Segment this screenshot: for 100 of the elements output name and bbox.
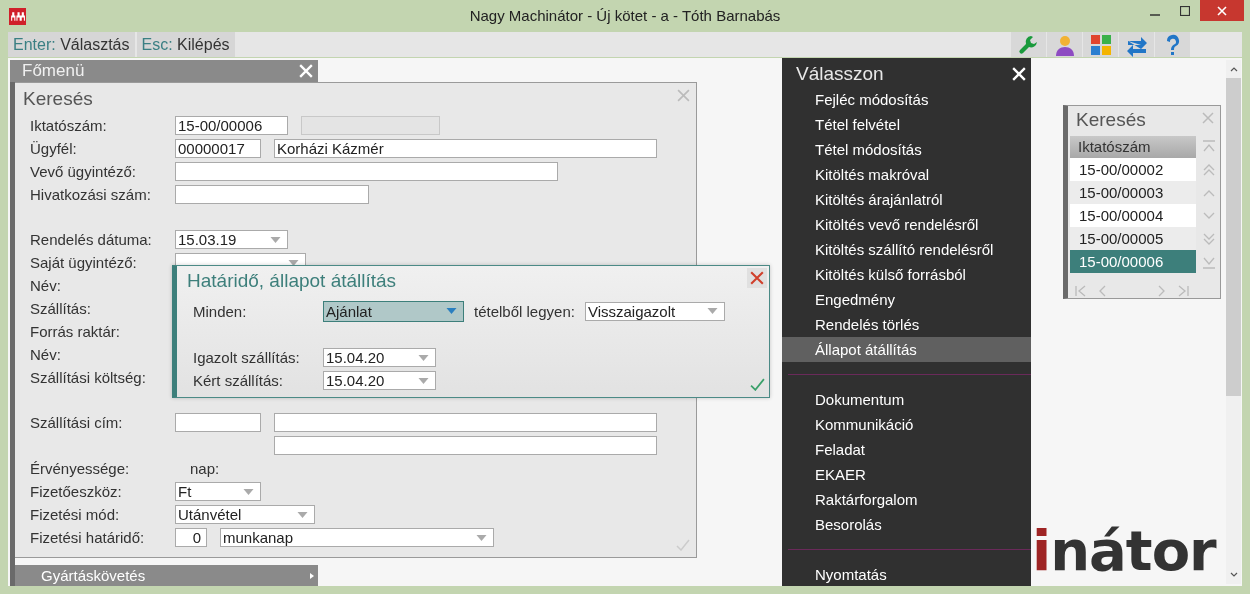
input-field[interactable]	[274, 436, 657, 455]
submenu-arrow-icon	[310, 572, 314, 579]
input-field[interactable]: 00000017	[175, 139, 261, 158]
field-label: Szállítás:	[30, 300, 92, 317]
input-field[interactable]: 15-00/00006	[175, 116, 288, 135]
scrollbar-thumb[interactable]	[1226, 78, 1241, 396]
close-button[interactable]	[747, 268, 767, 288]
check-icon[interactable]	[676, 539, 690, 551]
field-label: tételből legyen:	[474, 302, 575, 320]
dropdown[interactable]: Utánvétel	[175, 505, 315, 524]
input-field[interactable]	[274, 413, 657, 432]
user-icon[interactable]	[1047, 32, 1082, 57]
last-page-icon[interactable]	[1176, 284, 1190, 298]
page-down-icon[interactable]	[1202, 232, 1216, 246]
field-label: Név:	[30, 346, 62, 363]
menu-item[interactable]: Dokumentum	[782, 387, 1031, 412]
form-title: Keresés	[23, 88, 93, 111]
menu-item[interactable]: Kitöltés árajánlatról	[782, 187, 1031, 212]
field-label: Szállítási költség:	[30, 369, 147, 386]
list-row[interactable]: 15-00/00004	[1070, 204, 1196, 227]
menu-item[interactable]: Kitöltés makróval	[782, 162, 1031, 187]
window-title: Nagy Machinátor - Új kötet - a - Tóth Barnabás	[469, 7, 781, 24]
check-icon[interactable]	[750, 378, 765, 391]
close-icon	[1217, 5, 1227, 16]
dialog-title: Határidő, állapot átállítás	[187, 270, 397, 293]
scroll-up-icon[interactable]	[1229, 66, 1238, 72]
panel-title: Keresés	[1076, 109, 1146, 132]
field-label: Kért szállítás:	[193, 372, 285, 389]
field-label: Szállítási cím:	[30, 414, 124, 431]
tiles-icon[interactable]	[1083, 32, 1118, 57]
menu-item[interactable]: Kommunikáció	[782, 412, 1031, 437]
menu-item[interactable]: Nyomtatás	[782, 562, 1031, 586]
field-label: Saját ügyintéző:	[30, 254, 138, 271]
field-label: Iktatószám:	[30, 117, 108, 134]
caret-icon	[270, 236, 281, 243]
field-label: Név:	[30, 277, 62, 294]
date-dropdown[interactable]: 15.04.20	[323, 371, 436, 390]
field-label: Rendelés dátuma:	[30, 231, 153, 248]
input-field[interactable]: Korházi Kázmér	[274, 139, 657, 158]
menu-item[interactable]: Állapot átállítás	[782, 337, 1031, 362]
list-row[interactable]: 15-00/00006	[1070, 250, 1196, 273]
menu-item[interactable]: Tétel módosítás	[782, 137, 1031, 162]
menu-item[interactable]: Feladat	[782, 437, 1031, 462]
panel-title: Főmenü	[22, 61, 85, 81]
menu-title: Válasszon	[796, 62, 884, 85]
dropdown[interactable]: Ft	[175, 482, 261, 501]
scroll-bottom-icon[interactable]	[1202, 255, 1216, 269]
maximize-icon	[1180, 5, 1190, 16]
menu-item[interactable]: Kitöltés szállító rendelésről	[782, 237, 1031, 262]
menu-item[interactable]: Rendelés törlés	[782, 312, 1031, 337]
field-label: Fizetőeszköz:	[30, 483, 123, 500]
menu-item[interactable]: Kitöltés külső forrásból	[782, 262, 1031, 287]
menu-item[interactable]: Fejléc módosítás	[782, 87, 1031, 112]
shortcut-hint[interactable]: Enter: Választás	[8, 32, 135, 57]
list-row[interactable]: 15-00/00002	[1070, 158, 1196, 181]
input-field[interactable]: 0	[175, 528, 207, 547]
field-label: Fizetési mód:	[30, 506, 121, 523]
caret-icon	[243, 488, 254, 495]
date-dropdown[interactable]: 15.04.20	[323, 348, 436, 367]
field-label: Igazolt szállítás:	[193, 349, 301, 366]
unit-label: nap:	[190, 460, 220, 477]
field-label: Fizetési határidő:	[30, 529, 146, 546]
wrench-icon[interactable]	[1011, 32, 1046, 57]
input-field[interactable]	[175, 413, 261, 432]
help-icon[interactable]	[1155, 32, 1190, 57]
field-label: Érvényessége:	[30, 460, 131, 477]
caret-icon	[446, 308, 457, 314]
shortcut-hint[interactable]: Esc: Kilépés	[136, 32, 235, 57]
caret-icon	[476, 534, 487, 541]
dropdown[interactable]: Visszaigazolt	[584, 301, 725, 321]
logo-text: inátor	[1032, 523, 1216, 579]
menu-item[interactable]: Tétel felvétel	[782, 112, 1031, 137]
field-label: Minden:	[193, 302, 248, 320]
scroll-top-icon[interactable]	[1202, 140, 1216, 154]
list-row[interactable]: 15-00/00003	[1070, 181, 1196, 204]
menu-item[interactable]: Engedmény	[782, 287, 1031, 312]
app-logo-icon	[9, 7, 26, 25]
column-header[interactable]: Iktatószám	[1070, 136, 1196, 158]
close-icon	[750, 271, 764, 285]
field-label: Vevő ügyintéző:	[30, 163, 137, 180]
scroll-down-icon[interactable]	[1229, 572, 1238, 578]
menu-item[interactable]: Kitöltés vevő rendelésről	[782, 212, 1031, 237]
field-label: Ügyfél:	[30, 140, 78, 157]
swap-arrows-icon[interactable]	[1119, 32, 1154, 57]
dropdown[interactable]: Ajánlat	[323, 300, 464, 322]
page-up-icon[interactable]	[1202, 163, 1216, 177]
menu-item[interactable]: EKAER	[782, 462, 1031, 487]
field-label: Hivatkozási szám:	[30, 186, 152, 203]
dropdown[interactable]: 15.03.19	[175, 230, 288, 249]
caret-icon	[418, 354, 429, 361]
menu-item[interactable]: Besorolás	[782, 512, 1031, 537]
caret-icon	[418, 377, 429, 384]
dropdown[interactable]: munkanap	[220, 528, 494, 547]
list-row[interactable]: 15-00/00005	[1070, 227, 1196, 250]
first-page-icon[interactable]	[1074, 284, 1088, 298]
menu-item[interactable]: Raktárforgalom	[782, 487, 1031, 512]
field-label: Forrás raktár:	[30, 323, 121, 340]
input-field[interactable]	[175, 162, 558, 181]
caret-icon	[706, 308, 718, 314]
input-field[interactable]	[175, 185, 369, 204]
